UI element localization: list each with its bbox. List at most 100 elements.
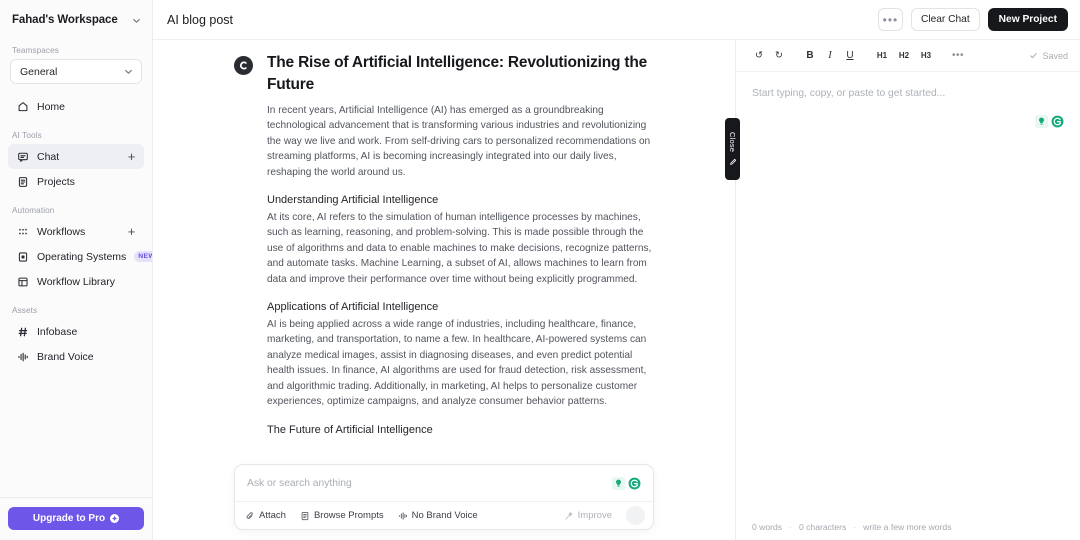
grammarly-icon[interactable] [1051,115,1064,128]
editor-status-bar: 0 words · 0 characters · write a few mor… [736,514,1080,540]
pencil-icon [729,158,736,165]
split-panes: The Rise of Artificial Intelligence: Rev… [153,40,1080,540]
sidebar-item-infobase[interactable]: Infobase [8,319,144,344]
heading-2-button[interactable]: H2 [894,47,914,65]
section-heading: Understanding Artificial Intelligence [267,194,439,207]
app-root: Fahad's Workspace Teamspaces General Hom… [0,0,1080,540]
status-separator: · [853,522,857,532]
redo-button[interactable]: ↻ [770,47,788,65]
add-workflow-button[interactable]: + [126,225,137,238]
sidebar-item-label: Brand Voice [37,350,94,363]
main-area: AI blog post ••• Clear Chat New Project … [153,0,1080,540]
composer-toolbar: Attach Browse Prompts No Brand Voice Imp… [235,501,653,529]
editor-pane: Close ↺ ↻ B I U H1 H2 H3 ••• Saved Start… [725,40,1080,540]
saved-label: Saved [1042,50,1068,61]
upgrade-label: Upgrade to Pro [32,513,106,524]
operating-systems-icon [16,250,29,263]
topbar: AI blog post ••• Clear Chat New Project [153,0,1080,40]
upgrade-to-pro-button[interactable]: Upgrade to Pro ✦ [8,507,144,530]
workspace-name: Fahad's Workspace [12,14,118,26]
workflows-icon [16,225,29,238]
sidebar-item-brand-voice[interactable]: Brand Voice [8,344,144,369]
section-body: AI is being applied across a wide range … [267,319,647,408]
workspace-switcher[interactable]: Fahad's Workspace [0,0,152,40]
improve-label: Improve [577,510,612,521]
magic-wand-icon [564,511,574,521]
underline-button[interactable]: U [841,47,859,65]
more-options-button[interactable]: ••• [877,8,903,31]
search-input[interactable]: Ask or search anything [247,478,604,489]
close-editor-tab[interactable]: Close [725,118,740,180]
improve-button[interactable]: Improve [564,510,612,521]
section-heading: The Future of Artificial Intelligence [267,423,433,436]
word-count: 0 words [752,522,783,532]
saved-status: Saved [1029,51,1068,61]
lightbulb-icon[interactable] [612,476,625,490]
composer-input-row[interactable]: Ask or search anything [235,465,653,501]
status-badge-new: NEW [134,251,152,262]
brand-voice-label: No Brand Voice [411,510,478,521]
nav-group-ai-tools: Chat + Projects [0,144,152,194]
sidebar-item-home[interactable]: Home [8,94,144,119]
lightbulb-icon[interactable] [1035,115,1048,128]
character-count: 0 characters [798,522,847,532]
document-icon [300,511,310,521]
nav-group-main: Home [0,94,152,119]
hash-icon [16,325,29,338]
home-icon [16,100,29,113]
sidebar-item-label: Operating Systems [37,250,127,263]
nav-group-automation: Workflows + Operating Systems NEW Workfl… [0,219,152,294]
ai-tools-label: AI Tools [12,131,42,140]
sidebar-item-label: Workflow Library [37,275,115,288]
more-formatting-button[interactable]: ••• [949,47,967,65]
send-button[interactable] [626,506,645,525]
browse-prompts-button[interactable]: Browse Prompts [300,510,384,521]
heading-3-button[interactable]: H3 [916,47,936,65]
italic-button[interactable]: I [821,47,839,65]
sidebar-item-workflows[interactable]: Workflows + [8,219,144,244]
teamspaces-label: Teamspaces [12,46,59,55]
teamspace-select[interactable]: General [10,59,142,84]
sidebar-item-label: Chat [37,150,60,163]
sidebar-item-label: Projects [37,175,75,188]
add-chat-button[interactable]: + [126,150,137,163]
chevron-down-icon [130,14,142,26]
chevron-down-icon [122,66,134,78]
clear-chat-button[interactable]: Clear Chat [910,8,980,31]
sidebar-item-chat[interactable]: Chat + [8,144,144,169]
sidebar-item-label: Home [37,100,66,113]
section-heading: Applications of Artificial Intelligence [267,301,439,314]
status-separator: · [789,522,792,532]
sidebar-item-workflow-library[interactable]: Workflow Library [8,269,144,294]
grammarly-icon[interactable] [628,477,641,490]
editor-body[interactable]: Start typing, copy, or paste to get star… [736,72,1080,514]
chat-pane: The Rise of Artificial Intelligence: Rev… [153,40,735,540]
attach-button[interactable]: Attach [245,510,286,521]
waveform-icon [16,350,29,363]
sidebar-nav: Teamspaces General Home AI Tools Chat + … [0,40,152,497]
teamspace-selected-value: General [20,65,58,78]
assistant-icon-group [1033,114,1066,129]
avatar [234,56,253,75]
waveform-icon [398,511,408,521]
sidebar-item-operating-systems[interactable]: Operating Systems NEW [8,244,152,269]
bold-button[interactable]: B [801,47,819,65]
brand-voice-selector[interactable]: No Brand Voice [398,510,478,521]
heading-1-button[interactable]: H1 [872,47,892,65]
sidebar: Fahad's Workspace Teamspaces General Hom… [0,0,153,540]
undo-button[interactable]: ↺ [750,47,768,65]
editor-toolbar: ↺ ↻ B I U H1 H2 H3 ••• Saved [736,40,1080,72]
chat-bubble-icon [16,150,29,163]
section-body: At its core, AI refers to the simulation… [267,212,652,285]
document-icon [16,175,29,188]
sidebar-item-projects[interactable]: Projects [8,169,144,194]
article-intro: In recent years, Artificial Intelligence… [267,105,651,178]
chat-message: The Rise of Artificial Intelligence: Rev… [234,40,654,440]
sidebar-item-label: Workflows [37,225,86,238]
automation-label: Automation [12,206,55,215]
new-project-button[interactable]: New Project [987,8,1068,31]
chat-composer: Ask or search anything Attach Browse Pro… [234,464,654,530]
attach-label: Attach [259,510,286,521]
close-editor-label: Close [728,132,737,153]
nav-group-assets: Infobase Brand Voice [0,319,152,369]
